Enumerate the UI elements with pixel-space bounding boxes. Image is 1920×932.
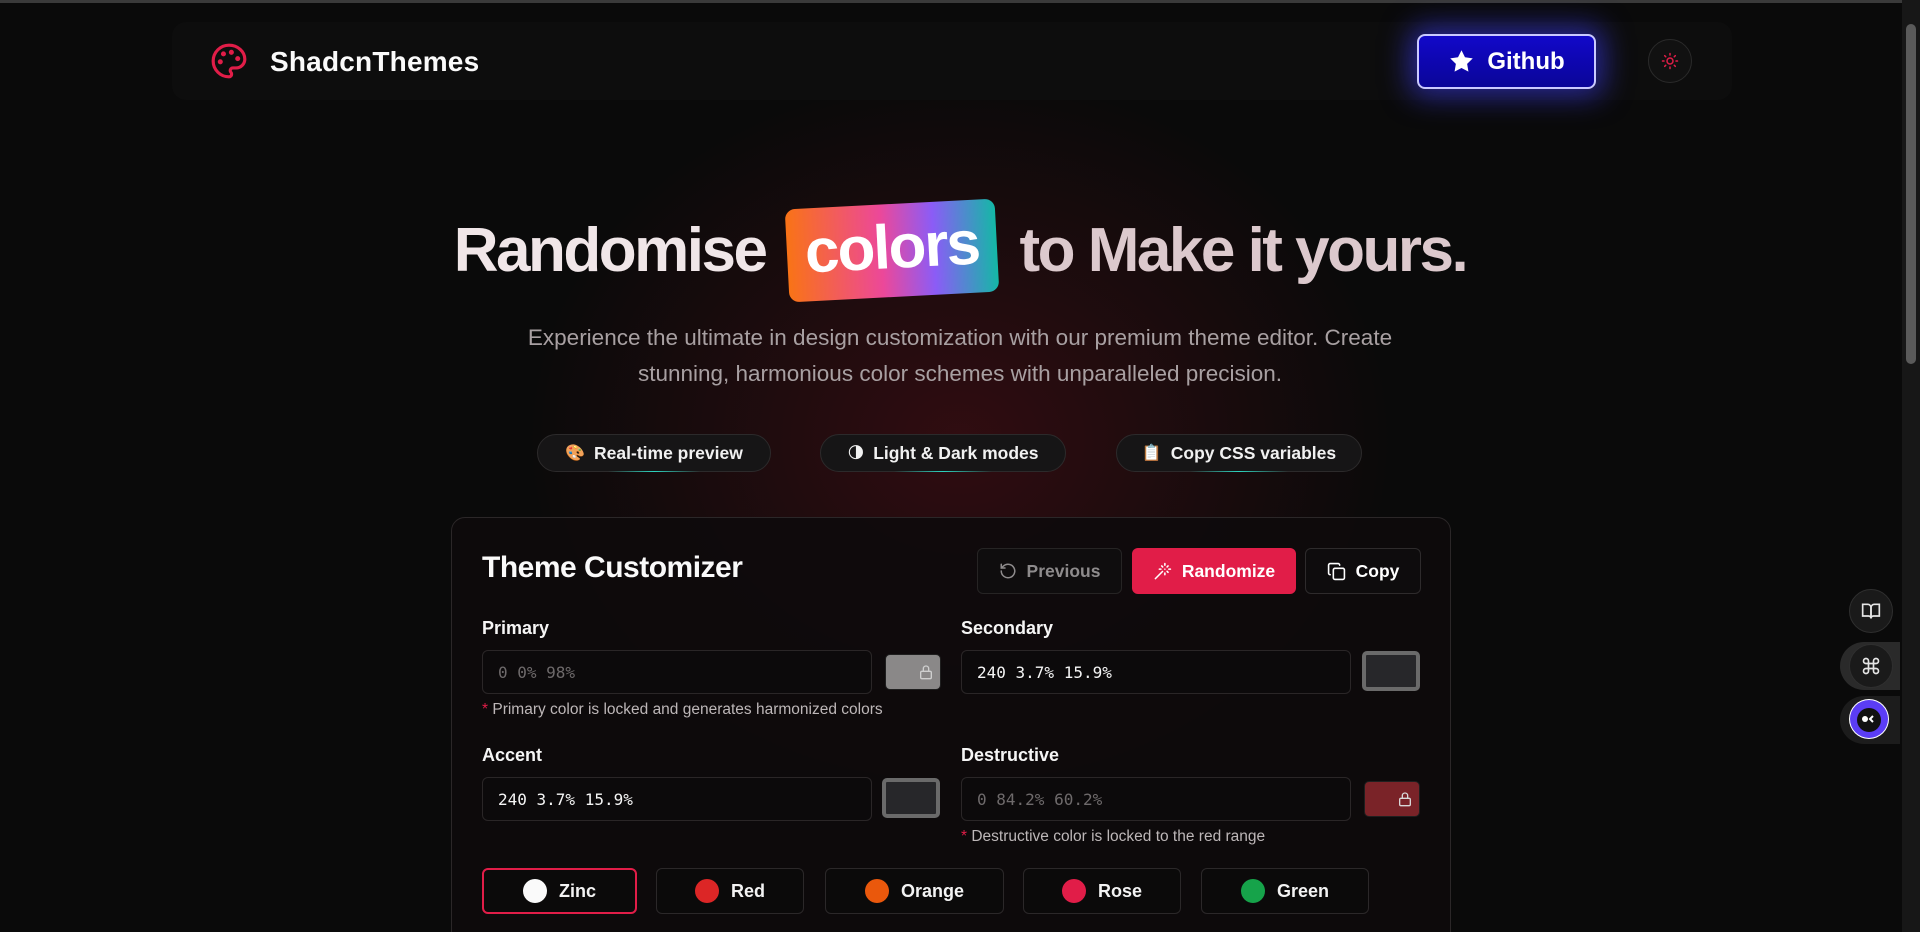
note-asterisk: * <box>961 828 968 845</box>
lock-icon <box>920 665 932 680</box>
green-color-dot <box>1240 879 1265 903</box>
secondary-color-swatch[interactable] <box>1362 651 1420 691</box>
browser-top-border <box>0 0 1920 3</box>
randomize-label: Randomize <box>1181 560 1276 581</box>
assistant-face-icon <box>1850 700 1888 738</box>
preset-rose[interactable]: Rose <box>1023 868 1181 914</box>
copy-button[interactable]: Copy <box>1305 548 1421 594</box>
rose-color-dot <box>1061 879 1086 903</box>
previous-label: Previous <box>1026 560 1101 581</box>
secondary-input[interactable]: 240 3.7% 15.9% <box>961 650 1351 694</box>
book-widget-button[interactable] <box>1849 589 1893 633</box>
hero-subtitle: Experience the ultimate in design custom… <box>460 320 1460 392</box>
red-color-dot <box>694 879 719 903</box>
feature-label: Light & Dark modes <box>873 442 1039 463</box>
orange-color-dot <box>864 879 889 903</box>
preset-orange[interactable]: Orange <box>825 868 1004 914</box>
secondary-label: Secondary <box>961 618 1054 638</box>
sun-icon <box>1661 52 1679 70</box>
accent-color-swatch[interactable] <box>882 778 940 818</box>
card-title: Theme Customizer <box>482 551 743 584</box>
randomize-button[interactable]: Randomize <box>1132 548 1296 594</box>
destructive-color-swatch[interactable] <box>1364 781 1420 817</box>
feature-pill-realtime: 🎨 Real-time preview <box>537 434 771 472</box>
previous-button[interactable]: Previous <box>977 548 1122 594</box>
preset-label: Orange <box>900 880 965 901</box>
preset-green[interactable]: Green <box>1201 868 1369 914</box>
github-label: Github <box>1487 47 1565 75</box>
feature-pill-copy-css: 📋 Copy CSS variables <box>1116 434 1362 472</box>
scrollbar-thumb[interactable] <box>1906 24 1916 364</box>
hero-subtitle-line2: stunning, harmonious color schemes with … <box>637 361 1283 386</box>
theme-toggle-button[interactable] <box>1648 39 1692 83</box>
preset-label: Red <box>730 880 765 901</box>
theme-customizer-card: Theme Customizer Previous Randomize Copy… <box>451 517 1451 932</box>
hero-subtitle-line1: Experience the ultimate in design custom… <box>527 325 1393 350</box>
feature-pill-modes: 🌗 Light & Dark modes <box>820 434 1066 472</box>
copy-label: Copy <box>1355 560 1400 581</box>
clipboard-emoji-icon: 📋 <box>1141 445 1162 462</box>
preset-red[interactable]: Red <box>656 868 804 914</box>
accent-input[interactable]: 240 3.7% 15.9% <box>482 777 872 821</box>
destructive-input[interactable]: 0 84.2% 60.2% <box>961 777 1351 821</box>
hero-colors-badge: colors <box>785 198 1000 302</box>
accent-label: Accent <box>482 745 543 765</box>
preset-label: Green <box>1276 880 1330 901</box>
navbar: ShadcnThemes Github <box>172 22 1732 100</box>
destructive-label: Destructive <box>961 745 1060 765</box>
book-open-icon <box>1861 603 1881 619</box>
feature-label: Real-time preview <box>594 442 743 463</box>
preset-zinc[interactable]: Zinc <box>482 868 637 914</box>
preset-label: Zinc <box>558 880 596 901</box>
command-icon <box>1862 657 1880 675</box>
star-icon <box>1450 50 1474 72</box>
half-moon-emoji-icon: 🌗 <box>847 445 865 462</box>
magic-wand-icon <box>1154 562 1172 579</box>
lock-icon <box>1399 792 1411 807</box>
primary-note-text: Primary color is locked and generates ha… <box>492 701 883 718</box>
github-button[interactable]: Github <box>1417 34 1596 89</box>
hero-word-randomise: Randomise <box>453 215 768 285</box>
preset-label: Rose <box>1097 880 1142 901</box>
primary-input[interactable]: 0 0% 98% <box>482 650 872 694</box>
command-widget-button[interactable] <box>1849 644 1893 688</box>
feature-label: Copy CSS variables <box>1170 442 1337 463</box>
destructive-note: * Destructive color is locked to the red… <box>961 828 1265 846</box>
zinc-color-dot <box>522 879 547 903</box>
primary-color-swatch[interactable] <box>885 654 941 690</box>
note-asterisk: * <box>482 701 489 718</box>
palette-icon[interactable] <box>210 42 248 80</box>
hero-rest: to Make it yours. <box>1019 215 1469 285</box>
undo-icon <box>1000 563 1016 579</box>
hero-heading: Randomise colors to Make it yours. <box>0 198 1920 302</box>
primary-note: * Primary color is locked and generates … <box>482 701 883 719</box>
copy-icon <box>1327 562 1345 580</box>
assistant-avatar-button[interactable] <box>1849 699 1889 739</box>
destructive-note-text: Destructive color is locked to the red r… <box>971 828 1266 845</box>
primary-label: Primary <box>482 618 550 638</box>
palette-emoji-icon: 🎨 <box>565 445 586 462</box>
brand-name[interactable]: ShadcnThemes <box>270 46 479 78</box>
